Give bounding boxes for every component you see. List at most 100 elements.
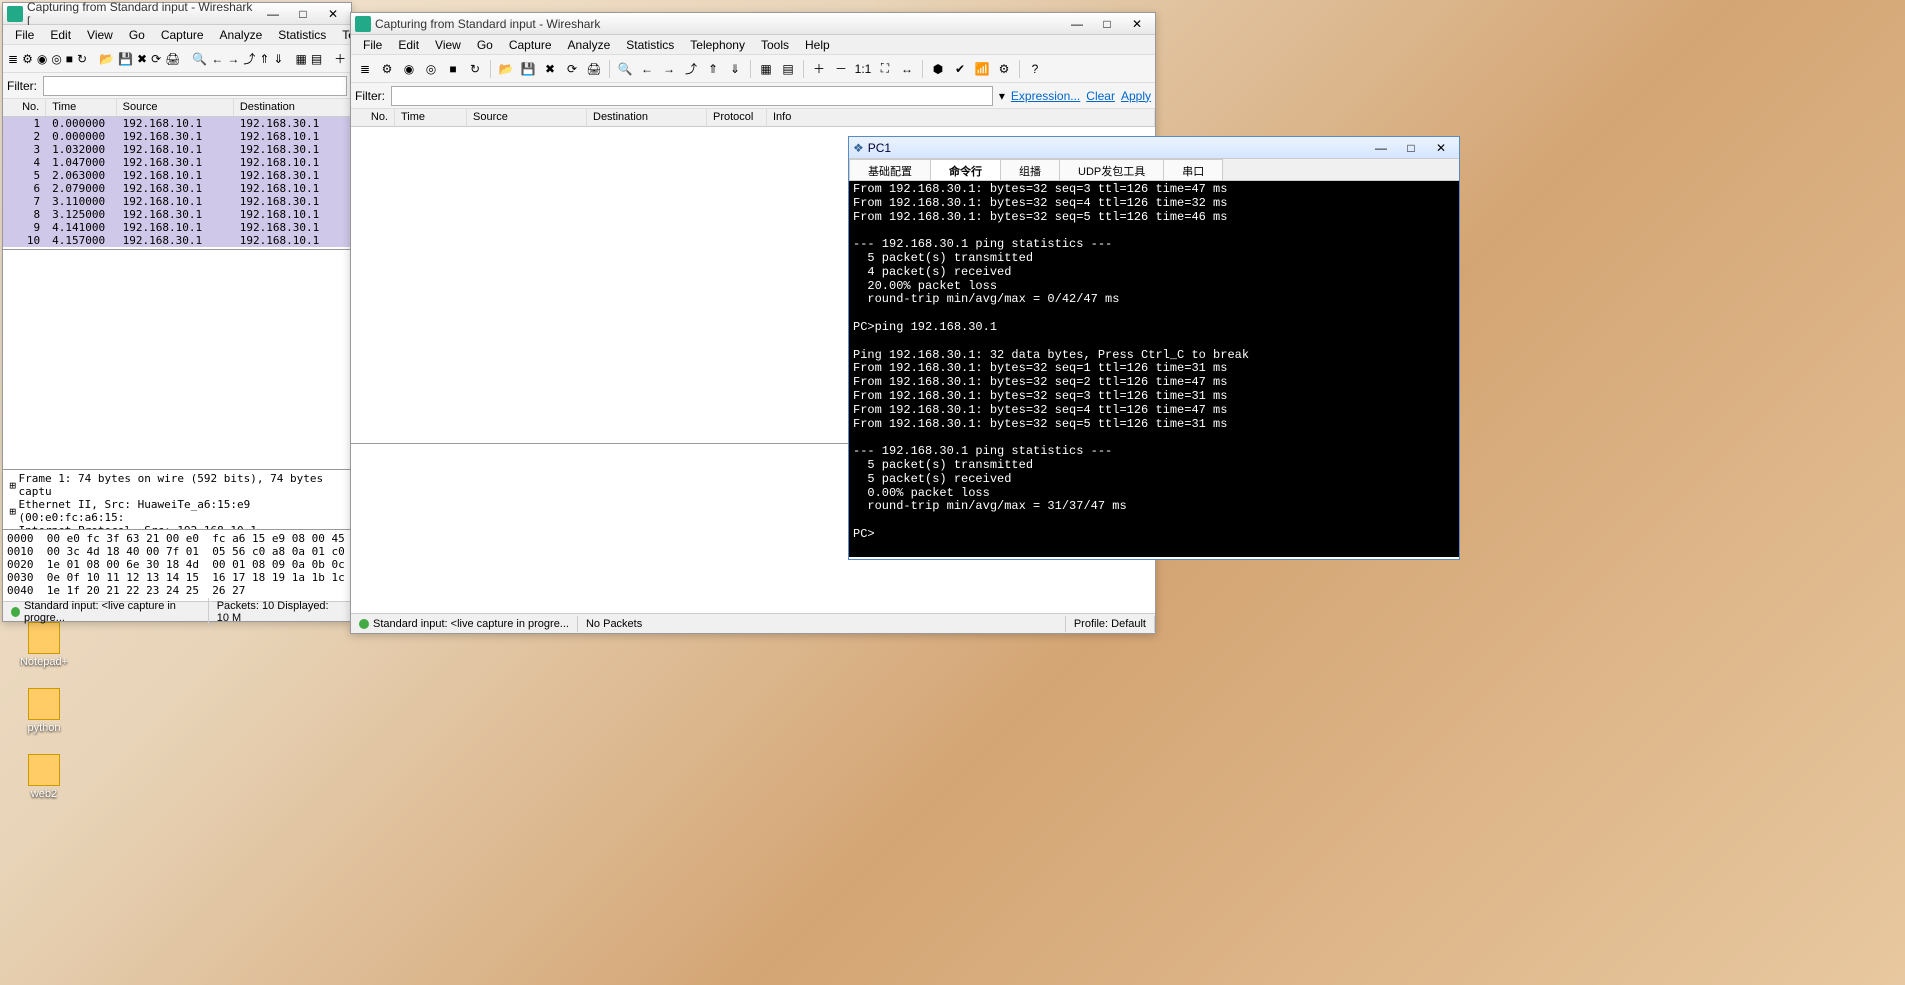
menu-analyze[interactable]: Analyze (212, 26, 271, 44)
tab-2[interactable]: 组播 (1000, 159, 1060, 180)
clear-link[interactable]: Clear (1086, 89, 1115, 103)
packet-list[interactable]: 10.000000192.168.10.1192.168.30.120.0000… (3, 117, 351, 249)
col-destination[interactable]: Destination (587, 109, 707, 126)
col-time[interactable]: Time (46, 99, 116, 116)
zin-icon[interactable]: ＋ (333, 49, 347, 69)
autoscroll-icon[interactable]: ▤ (310, 49, 323, 69)
chk-icon[interactable]: ✔ (950, 59, 970, 79)
col-source[interactable]: Source (467, 109, 587, 126)
maximize-button[interactable]: □ (289, 5, 317, 23)
col-source[interactable]: Source (117, 99, 234, 116)
col-no[interactable]: No. (351, 109, 395, 126)
hex-pane[interactable]: 0000 00 e0 fc 3f 63 21 00 e0 fc a6 15 e9… (3, 529, 351, 601)
back-icon[interactable]: ← (210, 49, 224, 69)
find-icon[interactable]: 🔍 (615, 59, 635, 79)
packet-row[interactable]: 52.063000192.168.10.1192.168.30.1 (3, 169, 351, 182)
reload-icon[interactable]: ⟳ (150, 49, 162, 69)
packet-row[interactable]: 94.141000192.168.10.1192.168.30.1 (3, 221, 351, 234)
filter-input[interactable] (43, 76, 347, 96)
tab-0[interactable]: 基础配置 (849, 159, 931, 180)
col-info[interactable]: Info (767, 109, 1155, 126)
top-icon[interactable]: ⇑ (703, 59, 723, 79)
reload-icon[interactable]: ⟳ (562, 59, 582, 79)
packet-details[interactable]: ⊞Frame 1: 74 bytes on wire (592 bits), 7… (3, 469, 351, 529)
tab-4[interactable]: 串口 (1163, 159, 1223, 180)
menu-tools[interactable]: Tools (753, 36, 797, 54)
col-protocol[interactable]: Protocol (707, 109, 767, 126)
colorize-icon[interactable]: ▦ (756, 59, 776, 79)
desktop-icon-notepad+[interactable]: Notepad+ (14, 622, 74, 668)
menu-statistics[interactable]: Statistics (618, 36, 682, 54)
menu-go[interactable]: Go (121, 26, 153, 44)
stop-icon[interactable]: ■ (443, 59, 463, 79)
detail-row[interactable]: ⊞Frame 1: 74 bytes on wire (592 bits), 7… (5, 472, 349, 498)
fwd-icon[interactable]: → (659, 59, 679, 79)
menu-capture[interactable]: Capture (153, 26, 212, 44)
packet-row[interactable]: 73.110000192.168.10.1192.168.30.1 (3, 195, 351, 208)
col-time[interactable]: Time (395, 109, 467, 126)
packet-list-header[interactable]: No. Time Source Destination Protocol Inf… (351, 109, 1155, 127)
fwd-icon[interactable]: → (226, 49, 240, 69)
titlebar-ws2[interactable]: Capturing from Standard input - Wireshar… (351, 13, 1155, 35)
menu-view[interactable]: View (79, 26, 121, 44)
titlebar-ws1[interactable]: Capturing from Standard input - Wireshar… (3, 3, 351, 25)
detail-row[interactable]: ⊞Ethernet II, Src: HuaweiTe_a6:15:e9 (00… (5, 498, 349, 524)
list-icon[interactable]: ≣ (355, 59, 375, 79)
open-icon[interactable]: 📂 (496, 59, 516, 79)
list-icon[interactable]: ≣ (7, 49, 19, 69)
print-icon[interactable]: 🖨 (584, 59, 604, 79)
desktop-icon-web2[interactable]: web2 (14, 754, 74, 800)
close-icon[interactable]: ✖ (136, 49, 148, 69)
menu-file[interactable]: File (355, 36, 390, 54)
expression-link[interactable]: Expression... (1011, 89, 1080, 103)
packet-row[interactable]: 20.000000192.168.30.1192.168.10.1 (3, 130, 351, 143)
packet-row[interactable]: 41.047000192.168.30.1192.168.10.1 (3, 156, 351, 169)
packet-row[interactable]: 62.079000192.168.30.1192.168.10.1 (3, 182, 351, 195)
close-button[interactable]: ✕ (1427, 139, 1455, 157)
menu-telephony[interactable]: Telephony (682, 36, 753, 54)
colorize-icon[interactable]: ▦ (294, 49, 307, 69)
jump-icon[interactable]: ⤴ (681, 59, 701, 79)
jump-icon[interactable]: ⤴ (242, 49, 256, 69)
maximize-button[interactable]: □ (1093, 15, 1121, 33)
menu-view[interactable]: View (427, 36, 469, 54)
cam-icon[interactable]: ◉ (399, 59, 419, 79)
close-button[interactable]: ✕ (319, 5, 347, 23)
bottom-icon[interactable]: ⇓ (272, 49, 284, 69)
terminal-output[interactable]: From 192.168.30.1: bytes=32 seq=3 ttl=12… (849, 181, 1459, 557)
menu-help[interactable]: Help (797, 36, 838, 54)
help-icon[interactable]: ? (1025, 59, 1045, 79)
pref-icon[interactable]: ⚙ (994, 59, 1014, 79)
apply-link[interactable]: Apply (1121, 89, 1151, 103)
menu-edit[interactable]: Edit (42, 26, 79, 44)
top-icon[interactable]: ⇑ (258, 49, 270, 69)
expand-icon[interactable]: ⊞ (7, 505, 18, 518)
menu-file[interactable]: File (7, 26, 42, 44)
zout-icon[interactable]: － (831, 59, 851, 79)
cap-icon[interactable]: ⬢ (928, 59, 948, 79)
menu-analyze[interactable]: Analyze (560, 36, 619, 54)
zfit-icon[interactable]: ⛶ (875, 59, 895, 79)
find-icon[interactable]: 🔍 (191, 49, 208, 69)
restart-icon[interactable]: ↻ (76, 49, 88, 69)
minimize-button[interactable]: — (1063, 15, 1091, 33)
save-icon[interactable]: 💾 (117, 49, 134, 69)
bottom-icon[interactable]: ⇓ (725, 59, 745, 79)
minimize-button[interactable]: — (1367, 139, 1395, 157)
filter-input[interactable] (391, 86, 993, 106)
restart-icon[interactable]: ↻ (465, 59, 485, 79)
packet-row[interactable]: 104.157000192.168.30.1192.168.10.1 (3, 234, 351, 247)
col-no[interactable]: No. (3, 99, 46, 116)
back-icon[interactable]: ← (637, 59, 657, 79)
packet-list-header[interactable]: No. Time Source Destination (3, 99, 351, 117)
cam-icon[interactable]: ◉ (36, 49, 48, 69)
menu-edit[interactable]: Edit (390, 36, 427, 54)
cam2-icon[interactable]: ◎ (50, 49, 62, 69)
tab-3[interactable]: UDP发包工具 (1059, 159, 1164, 180)
cam2-icon[interactable]: ◎ (421, 59, 441, 79)
print-icon[interactable]: 🖨 (164, 49, 181, 69)
net-icon[interactable]: ⚙ (377, 59, 397, 79)
expand-icon[interactable]: ⊞ (7, 479, 18, 492)
titlebar-pc1[interactable]: ❖ PC1 — □ ✕ (849, 137, 1459, 159)
zin-icon[interactable]: ＋ (809, 59, 829, 79)
